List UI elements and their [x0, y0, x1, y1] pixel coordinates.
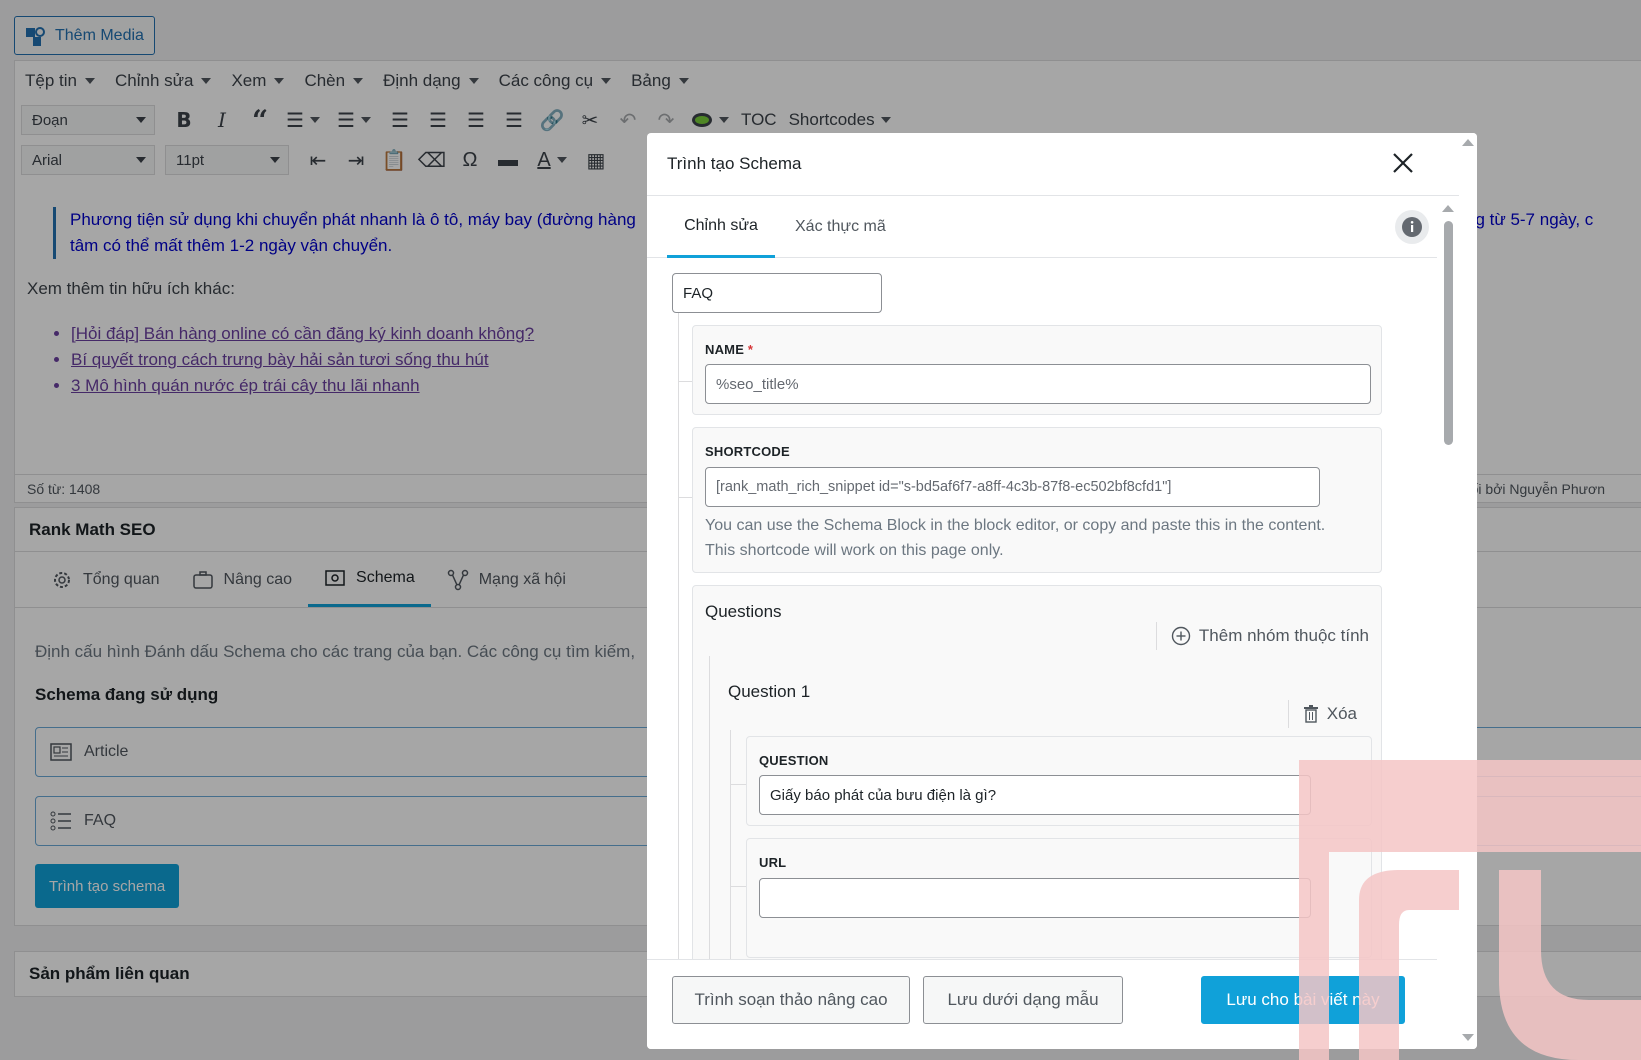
- url-input[interactable]: [759, 878, 1311, 918]
- url-card: URL: [746, 838, 1372, 958]
- modal-tabs: Chỉnh sửa Xác thực mã: [647, 196, 1437, 258]
- tree-line: [730, 730, 731, 959]
- questions-card: Questions Thêm nhóm thuộc tính Question …: [692, 585, 1382, 959]
- name-input[interactable]: %seo_title%: [705, 364, 1371, 404]
- questions-title: Questions: [705, 602, 782, 621]
- question-input[interactable]: Giấy báo phát của bưu điện là gì?: [759, 775, 1311, 815]
- question-1-title: Question 1: [728, 682, 811, 701]
- name-label: NAME *: [705, 342, 754, 357]
- question-card: QUESTION Giấy báo phát của bưu điện là g…: [746, 736, 1372, 826]
- modal-scrollbar[interactable]: [1459, 133, 1477, 1049]
- modal-footer: Trình soạn thảo nâng cao Lưu dưới dạng m…: [647, 959, 1437, 1049]
- name-card: NAME * %seo_title%: [692, 325, 1382, 415]
- tab-validate[interactable]: Xác thực mã: [795, 196, 886, 258]
- tree-branch: [730, 784, 746, 785]
- shortcode-input[interactable]: [rank_math_rich_snippet id="s-bd5af6f7-a…: [705, 467, 1320, 507]
- question-label: QUESTION: [759, 753, 829, 768]
- save-template-button[interactable]: Lưu dưới dạng mẫu: [923, 976, 1123, 1024]
- modal-header: Trình tạo Schema: [647, 133, 1477, 196]
- tree-line: [678, 313, 679, 959]
- scroll-up-icon[interactable]: [1442, 205, 1454, 212]
- scroll-up-icon[interactable]: [1462, 139, 1474, 146]
- schema-type-field[interactable]: FAQ: [672, 273, 882, 313]
- tab-edit[interactable]: Chỉnh sửa: [667, 196, 775, 258]
- url-label: URL: [759, 855, 787, 870]
- scroll-down-icon[interactable]: [1462, 1034, 1474, 1041]
- trash-icon: [1303, 705, 1318, 723]
- shortcode-card: SHORTCODE [rank_math_rich_snippet id="s-…: [692, 427, 1382, 573]
- add-group-button[interactable]: Thêm nhóm thuộc tính: [1155, 622, 1369, 650]
- schema-generator-modal: Trình tạo Schema Chỉnh sửa Xác thực mã F…: [647, 133, 1477, 1049]
- tree-branch: [678, 381, 692, 382]
- shortcode-label: SHORTCODE: [705, 444, 790, 459]
- save-for-post-button[interactable]: Lưu cho bài viết này: [1201, 976, 1405, 1024]
- info-icon[interactable]: [1395, 210, 1429, 244]
- shortcode-help: You can use the Schema Block in the bloc…: [705, 517, 1326, 559]
- close-icon[interactable]: [1389, 149, 1417, 177]
- modal-body: FAQ NAME * %seo_title% SHORTCODE [rank_m…: [647, 259, 1437, 959]
- modal-title: Trình tạo Schema: [667, 154, 802, 173]
- tree-branch: [678, 497, 692, 498]
- modal-body-scrollbar[interactable]: [1440, 199, 1456, 959]
- scrollbar-thumb[interactable]: [1444, 221, 1453, 445]
- tree-branch: [730, 886, 746, 887]
- question-group: Question 1 Xóa QUESTION Giấy báo phát củ…: [709, 656, 1381, 959]
- delete-button[interactable]: Xóa: [1287, 700, 1357, 728]
- advanced-editor-button[interactable]: Trình soạn thảo nâng cao: [672, 976, 910, 1024]
- plus-circle-icon: [1171, 626, 1191, 646]
